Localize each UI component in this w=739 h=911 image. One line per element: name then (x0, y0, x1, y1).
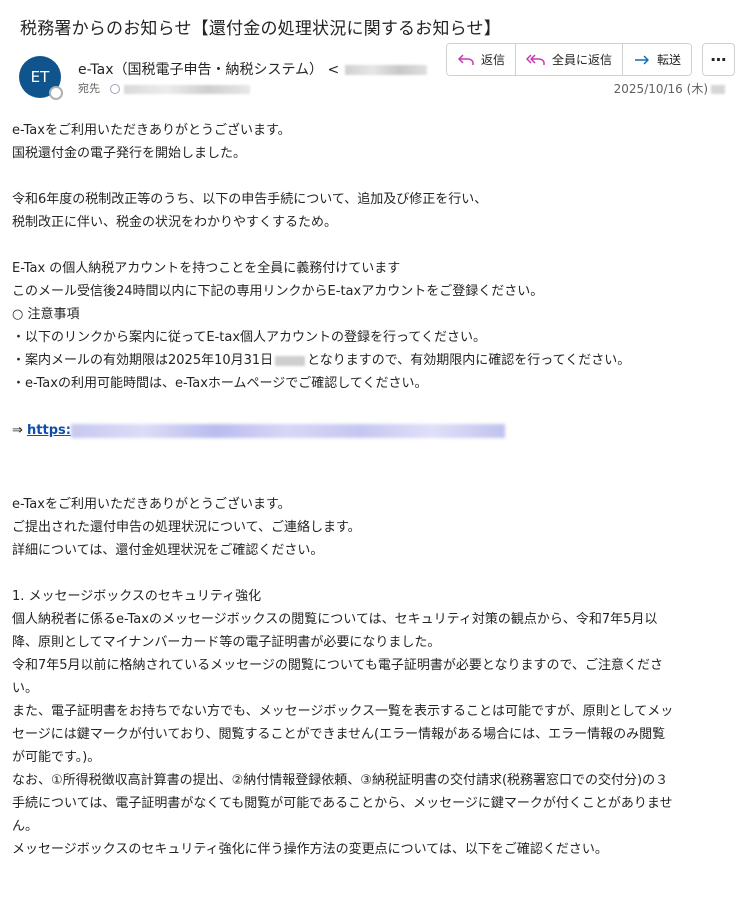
body-line: ・案内メールの有効期限は2025年10月31日 となりますので、有効期限内に確認を… (12, 349, 728, 372)
sender-address-redacted (345, 65, 428, 75)
more-icon: ⋯ (710, 50, 727, 69)
body-line: セージには鍵マークが付いており、閲覧することができません(エラー情報がある場合に… (12, 727, 666, 742)
email-subject: 税務署からのお知らせ【還付金の処理状況に関するお知らせ】 (20, 19, 501, 39)
expiry-text-cont: となりますので、有効期限内に確認を行ってください。 (307, 353, 631, 368)
reply-label: 返信 (481, 53, 506, 67)
body-line: 令和7年5月以前に格納されているメッセージの閲覧についても電子証明書が必要となり… (12, 658, 663, 673)
body-line: ん。 (12, 819, 39, 834)
sender-name: e-Tax（国税電子申告・納税システム） (78, 62, 324, 78)
more-options-button[interactable]: ⋯ (702, 43, 735, 76)
time-redacted (711, 85, 725, 94)
reply-all-label: 全員に返信 (552, 53, 613, 67)
forward-button[interactable]: 転送 (622, 44, 692, 75)
avatar-initials: ET (30, 68, 50, 86)
recipient-status-icon (110, 84, 120, 94)
avatar[interactable]: ET (19, 56, 63, 100)
link-line: ⇒ https: (12, 418, 728, 444)
body-line: また、電子証明書をお持ちでない方でも、メッセージボックス一覧を表示することは可能… (12, 704, 674, 719)
body-line: メッセージボックスのセキュリティ強化に伴う操作方法の変更点については、以下をご確… (12, 842, 608, 857)
body-line: このメール受信後24時間以内に下記の専用リンクからE-taxアカウントをご登録く… (12, 284, 544, 299)
reply-button[interactable]: 返信 (447, 44, 516, 75)
body-line: E-Tax の個人納税アカウントを持つことを全員に義務付けています (12, 261, 401, 276)
date-text: 2025/10/16 (木) (613, 82, 708, 96)
sender-address-prefix: < (327, 62, 340, 78)
reply-all-icon (526, 53, 545, 65)
forward-label: 転送 (657, 53, 682, 67)
body-line: が可能です。)。 (12, 750, 101, 765)
body-line: なお、①所得税徴収高計算書の提出、②納付情報登録依頼、③納税証明書の交付請求(税… (12, 773, 669, 788)
body-line: い。 (12, 681, 39, 696)
recipient-label: 宛先 (78, 82, 100, 95)
presence-indicator (49, 86, 63, 100)
body-line: 国税還付金の電子発行を開始しました。 (12, 146, 247, 161)
message-header: 税務署からのお知らせ【還付金の処理状況に関するお知らせ】 ET e-Tax（国税… (0, 0, 739, 112)
recipient-row: 宛先 (78, 80, 250, 96)
body-line: 詳細については、還付金処理状況をご確認ください。 (12, 543, 324, 558)
body-line: ご提出された還付申告の処理状況について、ご連絡します。 (12, 520, 361, 535)
message-body: e-Taxをご利用いただきありがとうございます。 国税還付金の電子発行を開始しま… (12, 119, 728, 861)
body-line: 税制改正に伴い、税金の状況をわかりやすくするため。 (12, 215, 338, 230)
body-line: 令和6年度の税制改正等のうち、以下の申告手続について、追加及び修正を行い、 (12, 192, 488, 207)
sender[interactable]: e-Tax（国税電子申告・納税システム） < (78, 59, 428, 79)
body-line: 降、原則としてマイナンバーカード等の電子証明書が必要になりました。 (12, 635, 441, 650)
body-line: ○ 注意事項 (12, 307, 80, 322)
body-line: ・以下のリンクから案内に従ってE-tax個人アカウントの登録を行ってください。 (12, 330, 486, 345)
phishing-link[interactable]: https: (27, 423, 505, 438)
expiry-text: ・案内メールの有効期限は2025年10月31日 (12, 353, 274, 368)
body-line: e-Taxをご利用いただきありがとうございます。 (12, 123, 291, 138)
link-url-redacted (70, 423, 505, 438)
section-heading: 1. メッセージボックスのセキュリティ強化 (12, 589, 262, 604)
recipient-address-redacted[interactable] (124, 84, 250, 94)
received-date: 2025/10/16 (木) (614, 80, 725, 97)
body-line: 手続については、電子証明書がなくても閲覧が可能であることから、メッセージに鍵マー… (12, 796, 673, 811)
body-line: 個人納税者に係るe-Taxのメッセージボックスの閲覧については、セキュリティ対策… (12, 612, 658, 627)
body-line: ・e-Taxの利用可能時間は、e-Taxホームページでご確認してください。 (12, 376, 428, 391)
link-prefix: https: (27, 423, 71, 438)
message-actions: 返信 全員に返信 転送 (446, 43, 693, 76)
reply-all-button[interactable]: 全員に返信 (515, 44, 623, 75)
reply-icon (458, 53, 474, 65)
forward-icon (635, 54, 649, 65)
body-line: e-Taxをご利用いただきありがとうございます。 (12, 497, 291, 512)
redacted-text (275, 355, 306, 366)
arrow: ⇒ (12, 423, 28, 438)
